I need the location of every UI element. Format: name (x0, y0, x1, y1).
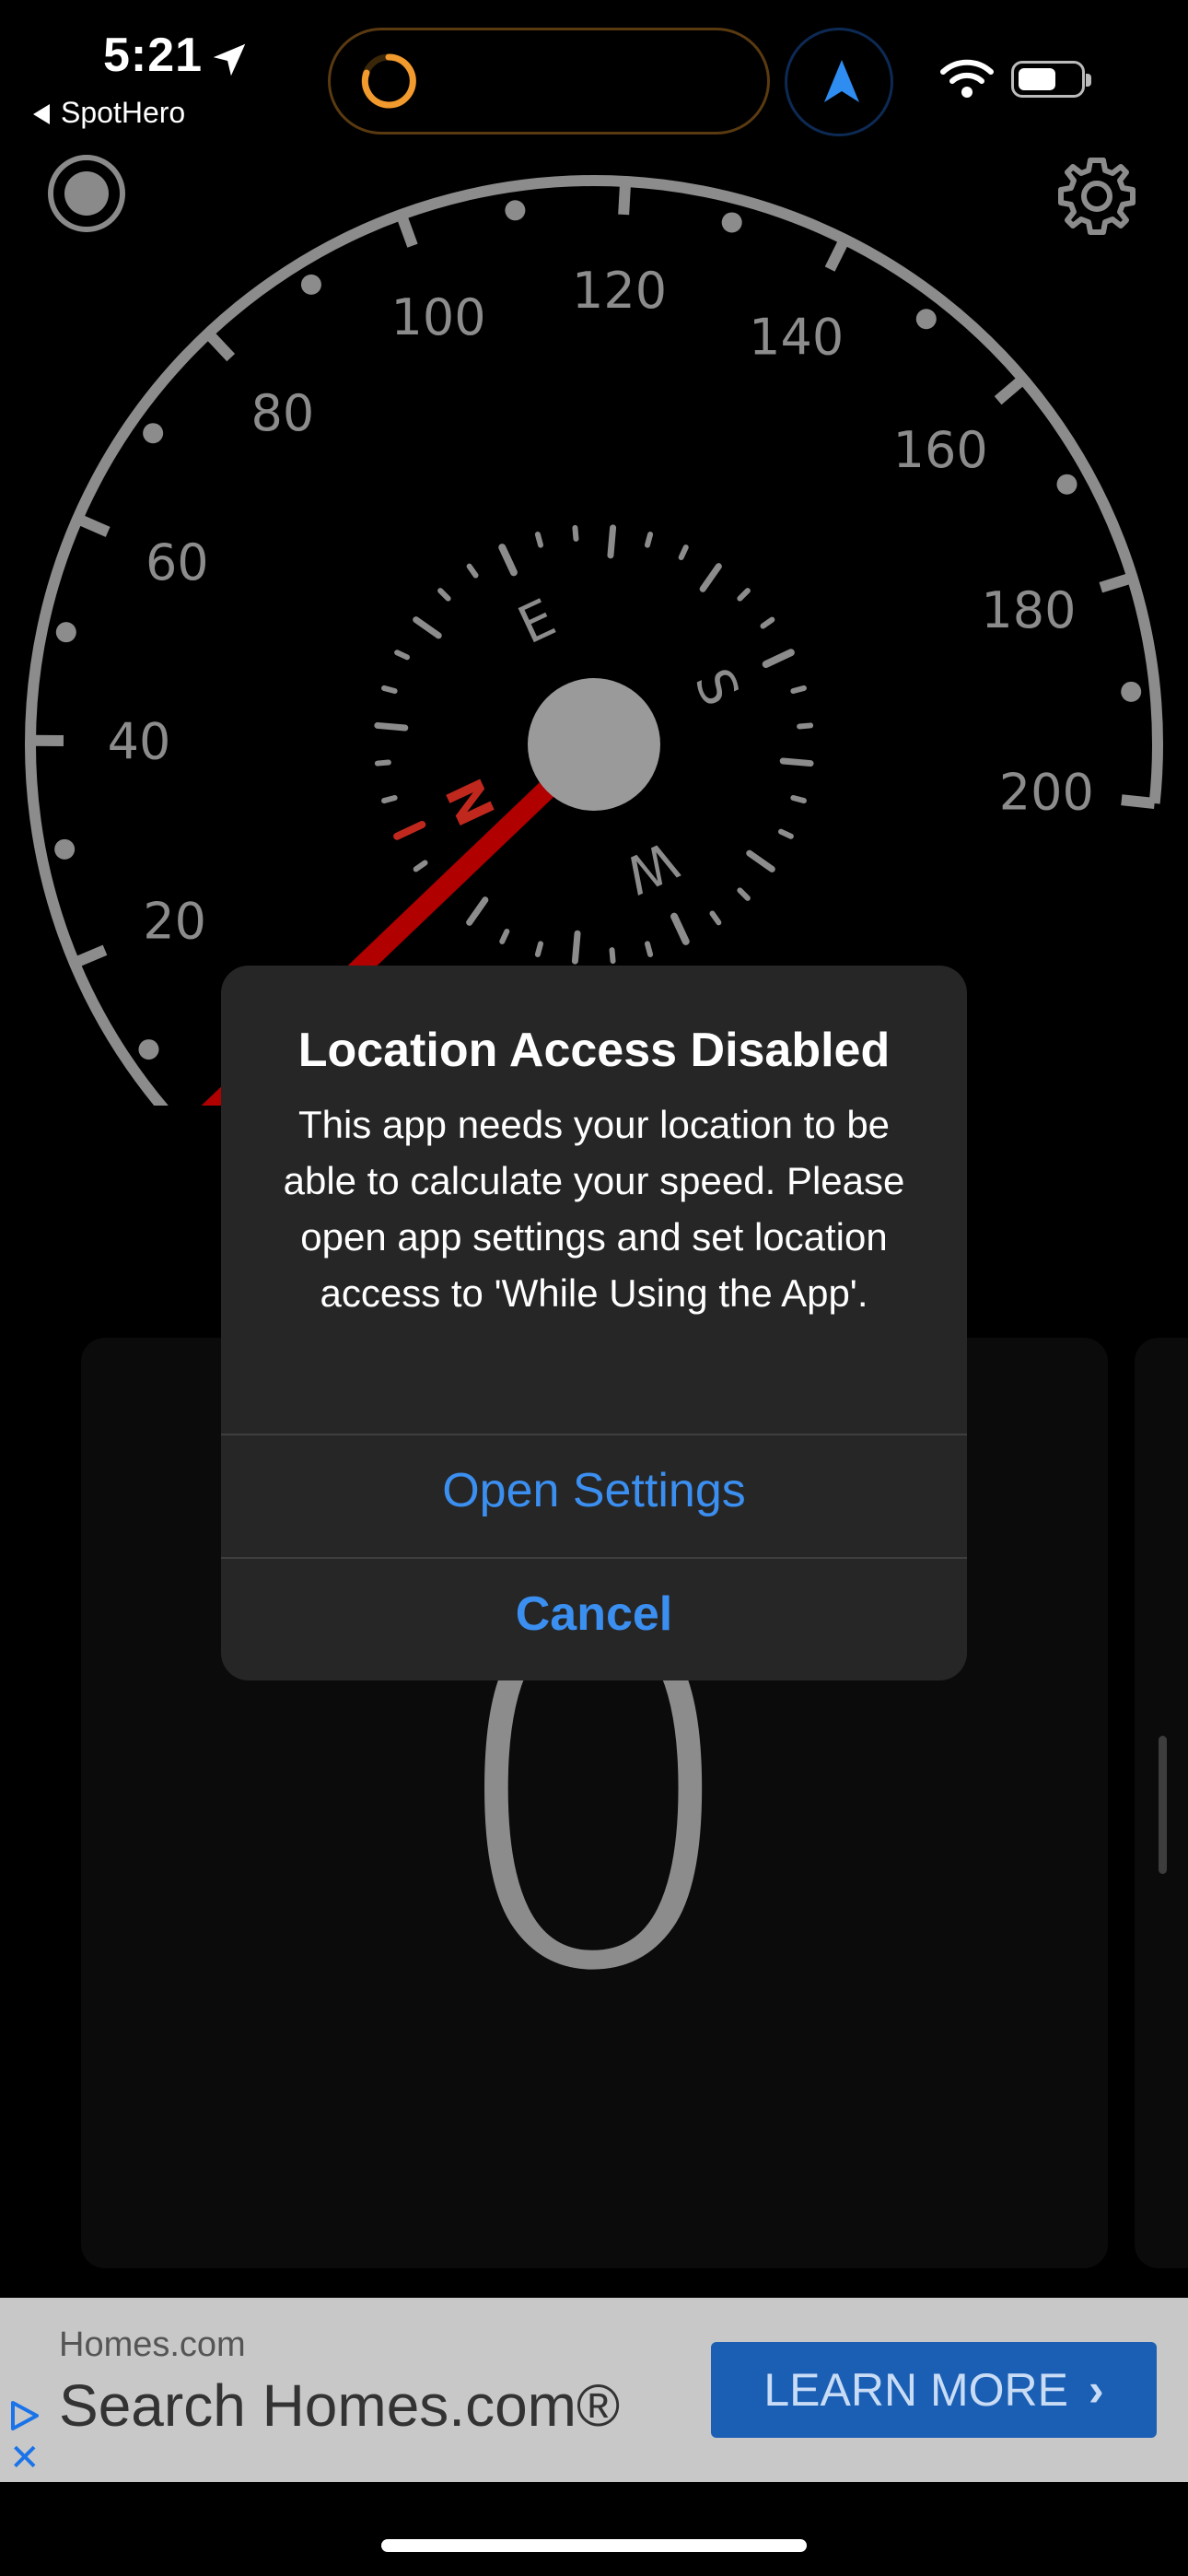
alert-message: This app needs your location to be able … (283, 1103, 905, 1315)
ad-headline[interactable]: Search Homes.com® (59, 2371, 620, 2440)
compass-tick (678, 544, 689, 560)
compass-tick (760, 616, 775, 629)
compass-tick (779, 757, 814, 767)
compass-tick (466, 896, 489, 926)
compass-tick (790, 685, 807, 695)
gauge-label: 40 (108, 713, 171, 771)
compass-cardinal-tick (670, 912, 690, 945)
learn-more-button[interactable]: LEARN MORE › (711, 2342, 1157, 2438)
compass-south-label: S (682, 660, 751, 715)
compass-tick (644, 532, 654, 548)
gauge-minor-dot (1056, 474, 1077, 495)
compass-tick (437, 588, 451, 602)
gauge-major-tick (204, 329, 236, 362)
compass-tick (644, 941, 654, 957)
gauge-minor-dot (138, 1039, 159, 1060)
ad-close-icon[interactable]: ✕ (9, 2440, 41, 2476)
compass-tick (737, 887, 751, 901)
gauge-major-tick (618, 181, 632, 216)
adchoices-icon[interactable] (7, 2399, 41, 2432)
gauge-major-tick (72, 944, 108, 968)
gauge-minor-dot (300, 274, 321, 295)
gauge-minor-dot (54, 838, 76, 860)
gauge-minor-dot (1121, 681, 1142, 702)
ad-banner[interactable]: Homes.com Search Homes.com® ✕ LEARN MORE… (0, 2298, 1188, 2482)
gauge-major-tick (994, 374, 1027, 405)
gauge-minor-dot (505, 200, 526, 221)
compass-tick (709, 910, 722, 926)
alert-divider (221, 1557, 967, 1559)
gauge-label: 200 (999, 764, 1094, 822)
gauge-label: 120 (572, 262, 667, 320)
gauge-major-tick (1099, 572, 1135, 593)
gauge-major-tick (396, 212, 418, 248)
compass-tick (790, 794, 807, 804)
compass-tick (746, 849, 775, 872)
gauge-label: 100 (391, 288, 486, 346)
gauge-label: 60 (146, 533, 209, 591)
compass-tick (571, 930, 581, 965)
gauge-label: 180 (981, 581, 1076, 639)
cancel-button[interactable]: Cancel (221, 1587, 967, 1642)
gauge-label: 80 (250, 384, 314, 442)
ad-brand: Homes.com (59, 2325, 246, 2364)
home-indicator[interactable] (381, 2539, 807, 2552)
gauge-major-tick (75, 513, 111, 537)
compass-tick (534, 532, 544, 548)
compass-west-label: W (615, 829, 687, 905)
learn-more-label: LEARN MORE (763, 2364, 1068, 2416)
gauge-label: 20 (143, 892, 206, 950)
compass-tick (381, 685, 398, 695)
compass-tick (778, 828, 794, 839)
compass-tick (737, 588, 751, 602)
alert-title: Location Access Disabled (297, 1024, 891, 1077)
needle-hub (528, 678, 660, 811)
gauge-minor-dot (915, 309, 937, 330)
compass-cardinal-tick (762, 649, 795, 668)
compass-tick (394, 650, 410, 661)
compass-tick (499, 929, 510, 944)
gauge-label: 160 (893, 421, 988, 479)
compass-tick (374, 759, 391, 767)
compass-tick (609, 947, 616, 965)
compass-tick (699, 563, 722, 592)
compass-tick (797, 722, 814, 730)
gauge-major-tick (824, 237, 850, 272)
chevron-right-icon: › (1088, 2364, 1104, 2416)
compass-tick (466, 563, 479, 579)
compass-tick (374, 721, 409, 732)
compass-tick (413, 860, 428, 872)
alert-divider (221, 1434, 967, 1435)
compass-tick (607, 524, 617, 559)
compass-tick (381, 794, 398, 804)
compass-tick (413, 616, 442, 639)
compass-cardinal-tick (393, 821, 426, 840)
compass-tick (534, 941, 544, 957)
gauge-minor-dot (721, 212, 742, 233)
speedometer-gauge: 20406080100 120140160180200 NESW (25, 175, 1163, 1106)
open-settings-button[interactable]: Open Settings (221, 1463, 967, 1518)
compass-tick (572, 524, 579, 542)
gauge-minor-dot (143, 423, 164, 444)
compass-cardinal-tick (498, 544, 518, 577)
gauge-minor-dot (55, 622, 76, 643)
gauge-major-tick (1121, 794, 1156, 809)
location-alert-dialog: Location Access Disabled This app needs … (221, 966, 967, 1680)
compass-east-label: E (509, 588, 565, 656)
gauge-label: 140 (749, 309, 844, 367)
